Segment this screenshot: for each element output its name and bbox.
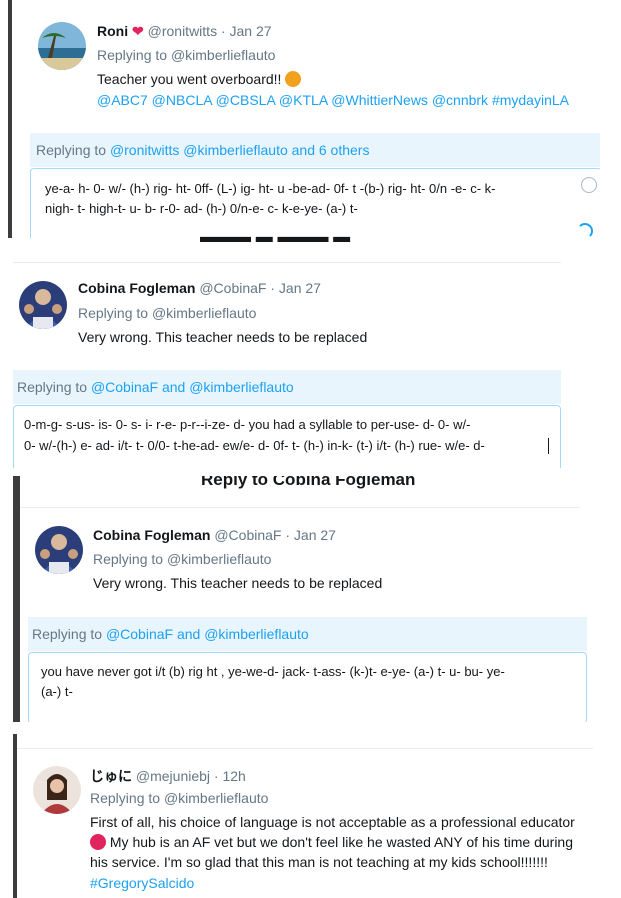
cut-heading-fragment: ▬▬▬ ▬ ▬▬▬ ▬	[200, 235, 420, 243]
reply-recipients[interactable]: @ronitwitts @kimberlieflauto and 6 other…	[110, 142, 370, 158]
replying-to-line: Replying to @kimberlieflauto	[78, 305, 257, 321]
compose-text-line-2[interactable]: 0- w/-(h-) e- ad- i/t- t- 0/0- t-he-ad- …	[24, 438, 485, 453]
tweet-date[interactable]: · Jan 27	[221, 23, 272, 39]
tweet-author-line: Cobina Fogleman @CobinaF · Jan 27	[78, 280, 321, 296]
compose-text-line-1[interactable]: ye-a- h- 0- w/- (h-) rig- ht- 0ff- (L-) …	[45, 181, 496, 196]
tweet-author-line: じゅに @mejuniebj · 12h	[90, 766, 246, 786]
loading-spinner-icon	[577, 223, 593, 238]
avatar[interactable]	[19, 281, 67, 329]
replying-to-line: Replying to @kimberlieflauto	[93, 551, 272, 567]
tweet-text: Teacher you went overboard!!	[97, 71, 302, 87]
tweet-panel-cobina-1: Cobina Fogleman @CobinaF · Jan 27 Replyi…	[13, 262, 561, 468]
author-name[interactable]: じゅに	[90, 768, 132, 784]
tweet-text: Very wrong. This teacher needs to be rep…	[93, 575, 383, 591]
reply-compose-box[interactable]: you have never got i/t (b) rig ht , ye-w…	[28, 652, 587, 722]
reply-recipients[interactable]: @CobinaF and @kimberlieflauto	[91, 379, 294, 395]
angry-face-icon	[285, 71, 302, 87]
reply-header: Replying to @ronitwitts @kimberlieflauto…	[30, 133, 600, 167]
tweet-author-line: Cobina Fogleman @CobinaF · Jan 27	[93, 527, 336, 543]
divider	[17, 748, 593, 749]
author-name[interactable]: Cobina Fogleman	[93, 527, 210, 543]
emoji-picker-icon[interactable]	[581, 177, 597, 193]
reply-recipients[interactable]: @CobinaF and @kimberlieflauto	[106, 626, 309, 642]
tweet-text-line-2: My hub is an AF vet but we don't feel li…	[90, 834, 573, 850]
tweet-mentions[interactable]: @ABC7 @NBCLA @CBSLA @KTLA @WhittierNews …	[97, 92, 569, 108]
replying-to-line: Replying to @kimberlieflauto	[97, 47, 276, 63]
tweet-date[interactable]: · 12h	[214, 768, 246, 784]
panel-left-bar	[8, 0, 12, 238]
tweet-text-line-1: First of all, his choice of language is …	[90, 814, 575, 830]
author-name[interactable]: Cobina Fogleman	[78, 280, 195, 296]
author-handle[interactable]: @CobinaF	[214, 527, 281, 543]
tweet-panel-cobina-2: Reply to Cobina Fogleman Cobina Fogleman…	[13, 476, 587, 722]
panel-left-bar	[13, 476, 20, 722]
tweet-panel-mejuniebj: じゅに @mejuniebj · 12h Replying to @kimber…	[13, 734, 593, 898]
tweet-text-line-3: his service. I'm so glad that this man i…	[90, 854, 548, 870]
author-handle[interactable]: @CobinaF	[199, 280, 266, 296]
replying-to-user[interactable]: @kimberlieflauto	[167, 551, 271, 567]
angry-face-icon	[90, 834, 106, 850]
reply-header: Replying to @CobinaF and @kimberlieflaut…	[28, 617, 587, 651]
compose-text-line-2[interactable]: nigh- t- high-t- u- b- r-0- ad- (h-) 0/n…	[45, 201, 358, 216]
compose-text-line-1[interactable]: you have never got i/t (b) rig ht , ye-w…	[41, 664, 505, 679]
avatar[interactable]	[38, 22, 86, 70]
tweet-author-line: Roni ❤ @ronitwitts · Jan 27	[97, 23, 272, 40]
tweet-panel-roni: Roni ❤ @ronitwitts · Jan 27 Replying to …	[8, 0, 600, 238]
author-name[interactable]: Roni	[97, 23, 128, 39]
heart-icon: ❤	[132, 23, 144, 39]
tweet-text: Very wrong. This teacher needs to be rep…	[78, 329, 368, 345]
divider	[13, 262, 561, 263]
reply-header: Replying to @CobinaF and @kimberlieflaut…	[13, 370, 561, 404]
replying-to-user[interactable]: @kimberlieflauto	[171, 47, 275, 63]
panel-left-bar	[13, 734, 17, 898]
divider	[20, 507, 580, 508]
replying-to-user[interactable]: @kimberlieflauto	[164, 790, 268, 806]
author-handle[interactable]: @mejuniebj	[136, 768, 210, 784]
reply-compose-box[interactable]: 0-m-g- s-us- is- 0- s- i- r-e- p-r--i-ze…	[13, 405, 561, 468]
compose-text-line-2[interactable]: (a-) t-	[41, 684, 73, 699]
reply-compose-box[interactable]: ye-a- h- 0- w/- (h-) rig- ht- 0ff- (L-) …	[30, 168, 600, 238]
dialog-heading: Reply to Cobina Fogleman	[201, 476, 416, 489]
tweet-date[interactable]: · Jan 27	[285, 527, 336, 543]
text-cursor	[548, 438, 549, 454]
replying-to-line: Replying to @kimberlieflauto	[90, 790, 269, 806]
replying-to-user[interactable]: @kimberlieflauto	[152, 305, 256, 321]
author-handle[interactable]: @ronitwitts	[148, 23, 217, 39]
avatar[interactable]	[35, 526, 83, 574]
compose-text-line-1[interactable]: 0-m-g- s-us- is- 0- s- i- r-e- p-r--i-ze…	[24, 417, 470, 432]
tweet-date[interactable]: · Jan 27	[270, 280, 321, 296]
tweet-hashtag[interactable]: #GregorySalcido	[90, 875, 194, 891]
avatar[interactable]	[33, 766, 81, 814]
